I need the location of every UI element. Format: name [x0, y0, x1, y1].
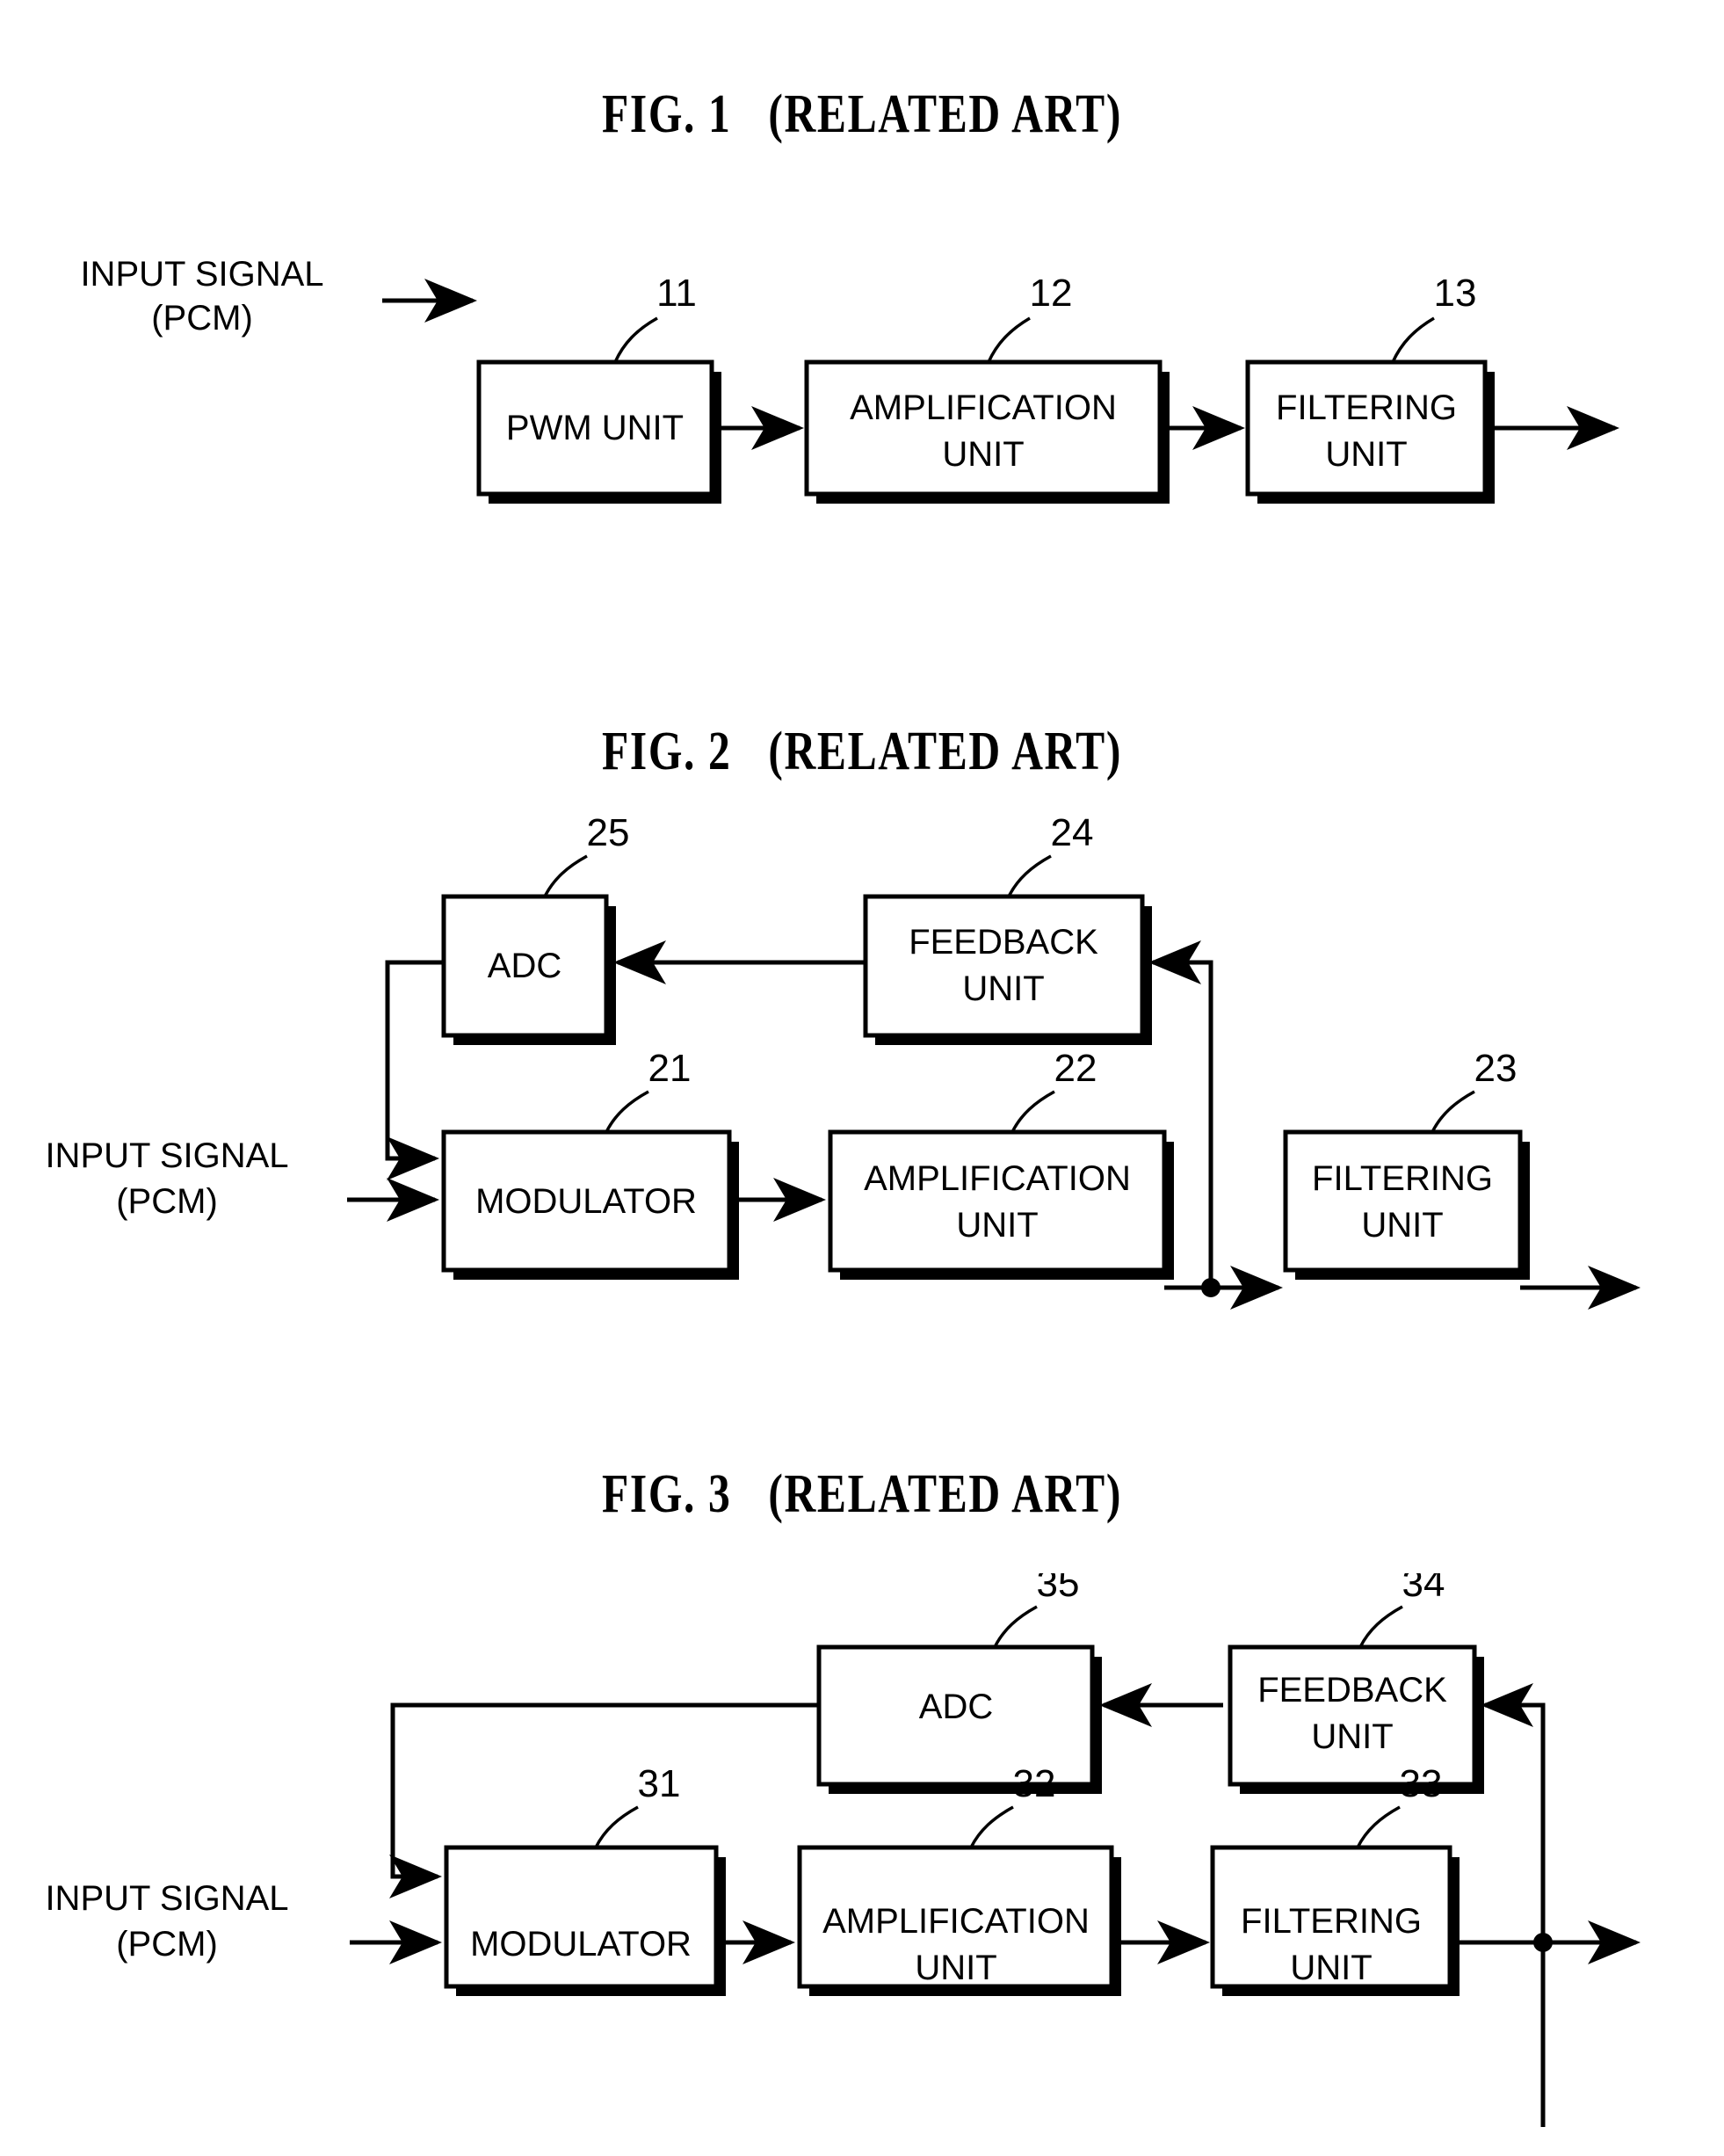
- fig3-ref-34: 34: [1402, 1573, 1445, 1605]
- fig1-input-label-line2: (PCM): [151, 299, 253, 338]
- fig3-ref-31: 31: [638, 1762, 681, 1805]
- fig2-ref-24: 24: [1051, 817, 1094, 854]
- fig2-block-23[interactable]: [1283, 1129, 1523, 1273]
- fig2-block-21-text: MODULATOR: [475, 1182, 697, 1221]
- fig1-block-13-text-l1: FILTERING: [1276, 388, 1457, 427]
- fig2-leader-23: [1431, 1090, 1475, 1133]
- fig3-block-33-text-l1: FILTERING: [1241, 1902, 1422, 1941]
- fig3-wire-tap-to-feedback: [1481, 1683, 1546, 2127]
- fig3-leader-35: [993, 1605, 1038, 1648]
- fig1-block-13[interactable]: [1245, 359, 1488, 497]
- fig2-leader-22: [1010, 1090, 1055, 1133]
- fig2-ref-21: 21: [648, 1047, 692, 1090]
- fig1-leader-13: [1391, 316, 1435, 363]
- fig2-input-label-line1: INPUT SIGNAL: [45, 1136, 288, 1175]
- figure-2-diagram: 25 24 INPUT SIGNAL (PCM) 21 22 23 ADC FE…: [45, 817, 1641, 1310]
- fig2-input-label-line2: (PCM): [116, 1182, 218, 1221]
- fig3-block-33-text-l2: UNIT: [1290, 1949, 1372, 1987]
- fig3-ref-35: 35: [1037, 1573, 1080, 1605]
- patent-drawing-sheet: FIG. 1 (RELATED ART) INPUT SIGNAL (PCM) …: [0, 0, 1724, 2156]
- fig1-block-12-text-l2: UNIT: [942, 435, 1024, 474]
- fig2-block-23-text-l1: FILTERING: [1312, 1159, 1493, 1198]
- fig2-block-22-text-l1: AMPLIFICATION: [864, 1159, 1131, 1198]
- fig2-ref-23: 23: [1474, 1047, 1518, 1090]
- fig2-block-24-text-l2: UNIT: [962, 969, 1044, 1008]
- fig3-block-32-text-l2: UNIT: [915, 1949, 996, 1987]
- figure-1-title: FIG. 1 (RELATED ART): [602, 84, 1122, 144]
- fig3-block-31[interactable]: [444, 1845, 719, 1989]
- fig1-leader-12: [987, 316, 1031, 363]
- figure-3-diagram: 35 34 INPUT SIGNAL (PCM) 31 32 33 ADC FE…: [45, 1573, 1641, 2127]
- fig3-block-31-text: MODULATOR: [470, 1925, 692, 1964]
- fig3-block-35-text: ADC: [919, 1688, 993, 1726]
- fig2-leader-24: [1007, 854, 1052, 897]
- fig2-block-25-text: ADC: [488, 947, 561, 985]
- fig3-ref-33: 33: [1400, 1762, 1443, 1805]
- fig3-leader-31: [594, 1805, 639, 1848]
- fig1-ref-11: 11: [656, 272, 697, 315]
- fig2-block-24[interactable]: [863, 894, 1145, 1038]
- figure-2-title: FIG. 2 (RELATED ART): [602, 722, 1122, 781]
- fig2-junction-dot: [1201, 1278, 1221, 1297]
- fig3-block-34-text-l2: UNIT: [1311, 1717, 1393, 1756]
- fig1-block-11-text: PWM UNIT: [506, 409, 684, 447]
- fig2-ref-25: 25: [587, 817, 630, 854]
- fig3-block-34-text-l1: FEEDBACK: [1257, 1671, 1447, 1710]
- fig2-block-23-text-l2: UNIT: [1361, 1206, 1443, 1245]
- fig3-leader-33: [1356, 1805, 1401, 1848]
- figure-3-title: FIG. 3 (RELATED ART): [602, 1464, 1122, 1524]
- fig2-leader-21: [605, 1090, 649, 1133]
- fig1-block-12-text-l1: AMPLIFICATION: [850, 388, 1117, 427]
- fig3-junction-dot: [1533, 1933, 1553, 1952]
- fig1-leader-11: [613, 316, 658, 363]
- fig3-input-label-line1: INPUT SIGNAL: [45, 1879, 288, 1918]
- fig2-wire-adc-to-modulator: [385, 960, 444, 1180]
- figure-1-diagram: INPUT SIGNAL (PCM) 11 12 13 PWM UNIT AMP…: [80, 255, 1619, 504]
- fig2-block-22[interactable]: [828, 1129, 1167, 1273]
- fig2-block-24-text-l1: FEEDBACK: [909, 923, 1098, 962]
- fig3-leader-32: [969, 1805, 1014, 1848]
- fig1-ref-12: 12: [1030, 272, 1073, 315]
- fig1-ref-13: 13: [1434, 272, 1477, 315]
- fig1-block-12[interactable]: [804, 359, 1163, 497]
- fig1-input-label-line1: INPUT SIGNAL: [80, 255, 323, 294]
- fig3-block-32-text-l1: AMPLIFICATION: [822, 1902, 1090, 1941]
- fig2-ref-22: 22: [1054, 1047, 1097, 1090]
- fig3-input-label-line2: (PCM): [116, 1925, 218, 1964]
- fig1-block-13-text-l2: UNIT: [1325, 435, 1407, 474]
- fig2-leader-25: [543, 854, 588, 897]
- fig2-block-22-text-l2: UNIT: [956, 1206, 1038, 1245]
- fig3-leader-34: [1358, 1605, 1403, 1648]
- fig3-ref-32: 32: [1013, 1762, 1056, 1805]
